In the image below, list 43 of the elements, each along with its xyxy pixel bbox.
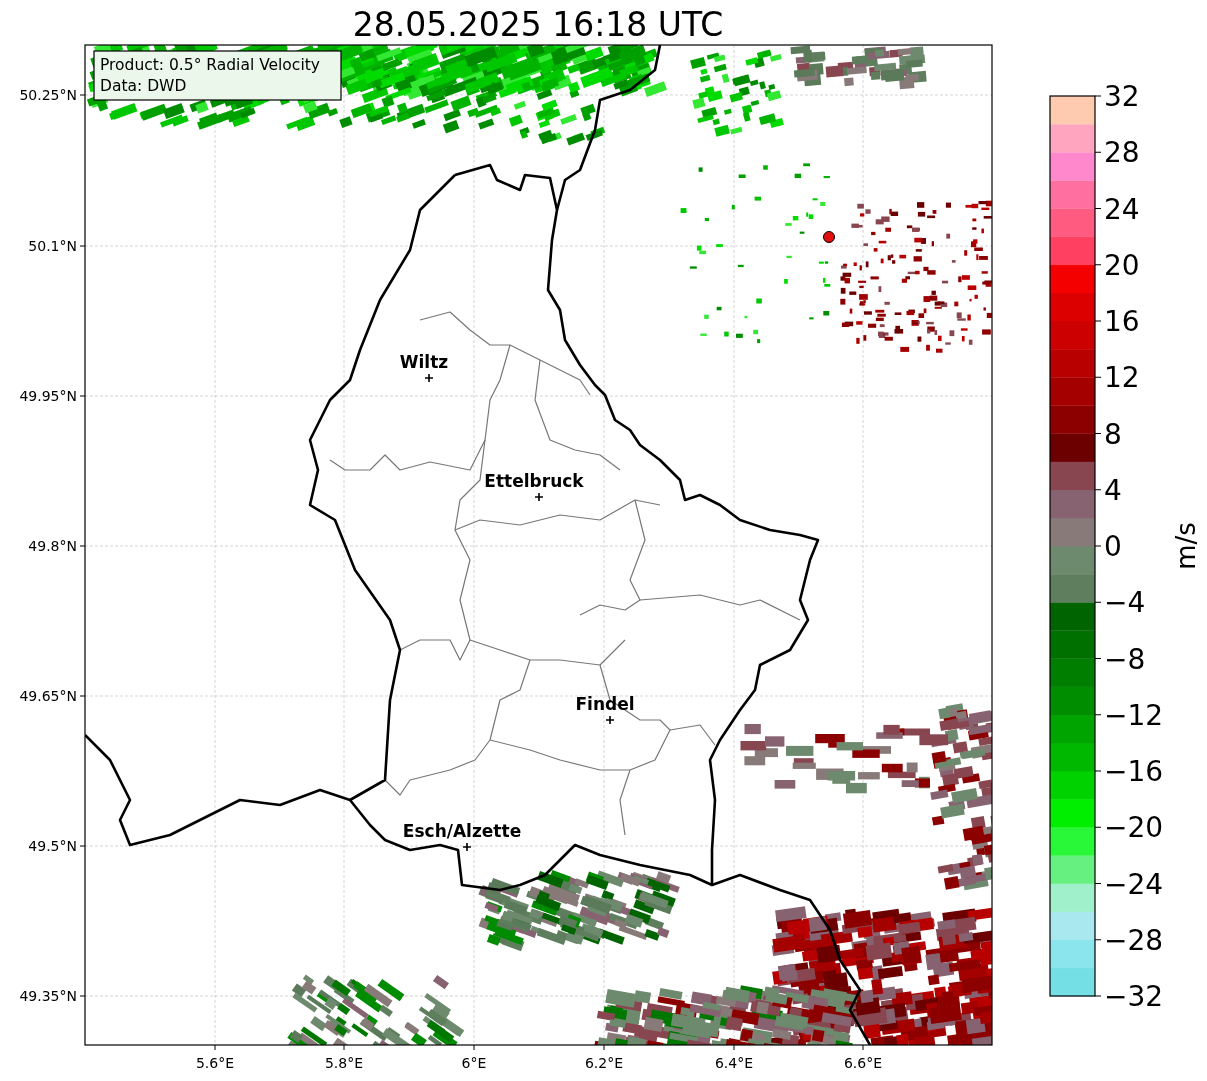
colorbar-tick-label: −4 bbox=[1104, 586, 1146, 620]
info-text: Product: 0.5° Radial Velocity bbox=[100, 56, 320, 74]
longitude-label: 5.6°E bbox=[195, 1055, 235, 1071]
latitude-label: 49.65°N bbox=[19, 688, 77, 704]
info-text: Data: DWD bbox=[100, 77, 187, 95]
city-label: Wiltz bbox=[399, 352, 449, 372]
latitude-label: 49.5°N bbox=[28, 838, 77, 854]
latitude-label: 49.35°N bbox=[19, 988, 77, 1004]
chart-title: 28.05.2025 16:18 UTC bbox=[352, 5, 724, 44]
colorbar-tick-label: −28 bbox=[1104, 923, 1164, 957]
city-marker-icon bbox=[424, 373, 434, 383]
city-marker-icon bbox=[534, 492, 544, 502]
colorbar-tick-label: 32 bbox=[1104, 80, 1140, 113]
radar-site-icon bbox=[823, 231, 835, 243]
colorbar-tick-label: −20 bbox=[1104, 811, 1164, 845]
latitude-label: 50.25°N bbox=[19, 87, 77, 103]
colorbar-tick-label: 20 bbox=[1104, 248, 1140, 282]
city-label: Esch/Alzette bbox=[402, 821, 522, 841]
colorbar-label: m/s bbox=[1171, 522, 1201, 570]
colorbar-tick-label: 16 bbox=[1104, 305, 1140, 338]
longitude-label: 6.2°E bbox=[584, 1055, 624, 1071]
colorbar-tick-label: 4 bbox=[1104, 473, 1122, 507]
colorbar-tick-label: −12 bbox=[1104, 698, 1164, 732]
city-marker-icon bbox=[462, 842, 472, 852]
city-label: Ettelbruck bbox=[484, 471, 584, 491]
colorbar-tick-label: −24 bbox=[1104, 867, 1164, 901]
latitude-label: 49.8°N bbox=[28, 538, 77, 554]
longitude-label: 5.8°E bbox=[324, 1055, 364, 1071]
colorbar-tick-label: −16 bbox=[1104, 755, 1164, 788]
city-marker-icon bbox=[605, 715, 615, 725]
colorbar-tick-label: −8 bbox=[1104, 642, 1146, 676]
colorbar-tick-label: −32 bbox=[1104, 980, 1164, 1013]
longitude-label: 6.4°E bbox=[714, 1055, 754, 1071]
colorbar-tick-label: 24 bbox=[1104, 192, 1140, 226]
latitude-label: 50.1°N bbox=[28, 238, 77, 254]
colorbar-tick-label: 28 bbox=[1104, 136, 1140, 170]
longitude-label: 6°E bbox=[461, 1055, 487, 1071]
colorbar-tick-label: 0 bbox=[1104, 530, 1122, 563]
city-label: Findel bbox=[575, 694, 635, 714]
colorbar-tick-label: 8 bbox=[1104, 417, 1122, 451]
colorbar-tick-label: 12 bbox=[1104, 361, 1140, 395]
latitude-label: 49.95°N bbox=[19, 388, 77, 404]
longitude-label: 6.6°E bbox=[843, 1055, 883, 1071]
